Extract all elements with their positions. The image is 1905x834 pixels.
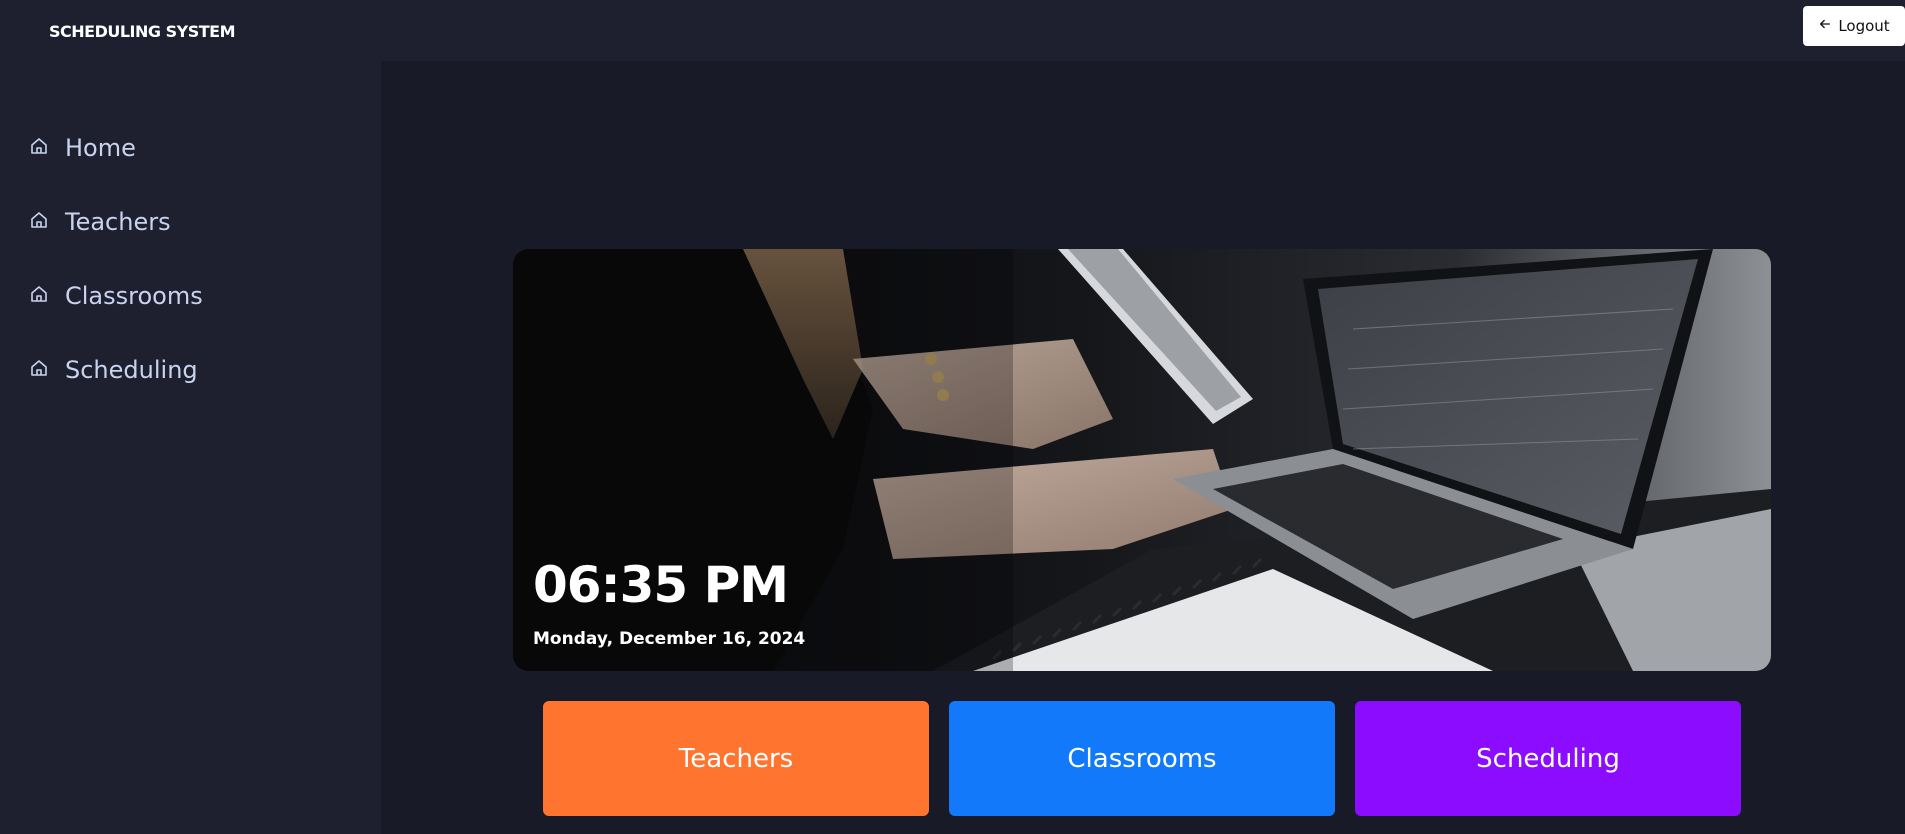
- sidebar-item-label: Teachers: [65, 208, 171, 236]
- sidebar-item-label: Scheduling: [65, 356, 198, 384]
- home-icon: [29, 356, 49, 384]
- home-icon: [29, 208, 49, 236]
- sidebar-item-label: Home: [65, 134, 136, 162]
- sidebar-item-home[interactable]: Home: [29, 128, 136, 168]
- tile-scheduling[interactable]: Scheduling: [1355, 701, 1741, 816]
- arrow-left-icon: [1818, 17, 1832, 35]
- tile-classrooms[interactable]: Classrooms: [949, 701, 1335, 816]
- home-icon: [29, 134, 49, 162]
- logout-button[interactable]: Logout: [1803, 6, 1905, 46]
- top-bar: SCHEDULING SYSTEM Logout: [0, 0, 1905, 61]
- logout-label: Logout: [1838, 17, 1890, 35]
- sidebar: Home Teachers Classrooms Scheduling: [0, 61, 381, 834]
- home-icon: [29, 282, 49, 310]
- sidebar-item-scheduling[interactable]: Scheduling: [29, 350, 198, 390]
- clock-time: 06:35 PM: [533, 556, 789, 614]
- clock-date: Monday, December 16, 2024: [533, 629, 806, 649]
- tile-teachers[interactable]: Teachers: [543, 701, 929, 816]
- sidebar-item-classrooms[interactable]: Classrooms: [29, 276, 203, 316]
- app-title: SCHEDULING SYSTEM: [49, 22, 236, 41]
- sidebar-item-label: Classrooms: [65, 282, 203, 310]
- sidebar-item-teachers[interactable]: Teachers: [29, 202, 171, 242]
